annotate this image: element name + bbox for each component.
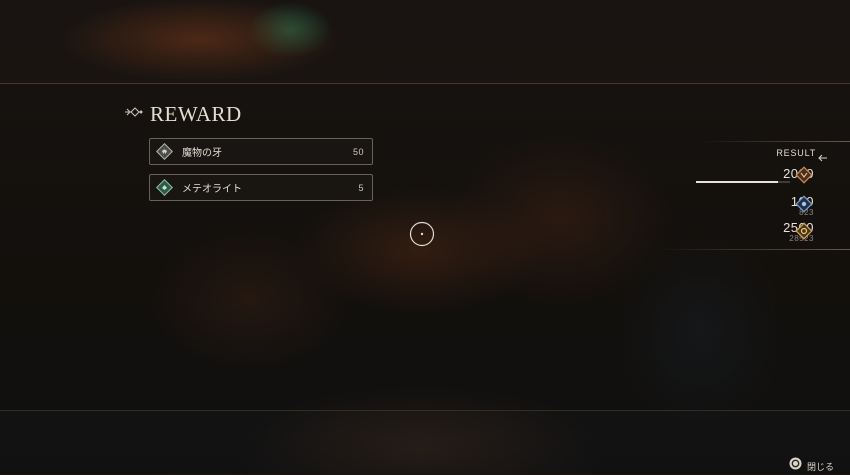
ap-icon	[794, 194, 814, 214]
gil-icon	[794, 221, 814, 241]
meteorite-icon	[156, 179, 173, 196]
fang-icon	[156, 143, 173, 160]
reward-item-meteorite[interactable]: メテオライト 5	[149, 174, 373, 201]
reward-item-list: 魔物の牙 50 メテオライト 5	[149, 138, 373, 210]
item-name: メテオライト	[182, 184, 242, 195]
result-divider-bottom	[656, 249, 850, 250]
reward-heading: REWARD	[124, 101, 242, 127]
item-name: 魔物の牙	[182, 148, 222, 159]
reward-emblem-icon	[124, 105, 144, 123]
exp-icon	[794, 165, 814, 185]
reward-item-fang[interactable]: 魔物の牙 50	[149, 138, 373, 165]
reward-title: REWARD	[150, 101, 242, 126]
item-quantity: 5	[358, 182, 364, 193]
result-panel: RESULT 2000 100 823 2500 28523	[656, 140, 850, 250]
result-arrow-icon	[818, 149, 828, 167]
background-bottom-band	[0, 409, 850, 474]
circle-button-icon	[789, 457, 802, 475]
close-label: 閉じる	[807, 461, 835, 472]
result-divider-top	[700, 141, 850, 142]
exp-progress-fill	[696, 181, 778, 183]
exp-progress-bar	[696, 181, 790, 183]
close-hint[interactable]: 閉じる	[789, 457, 834, 475]
crosshair-icon	[409, 221, 435, 247]
item-quantity: 50	[352, 146, 364, 157]
result-label: RESULT	[776, 148, 816, 158]
background-top-band	[0, 0, 850, 83]
